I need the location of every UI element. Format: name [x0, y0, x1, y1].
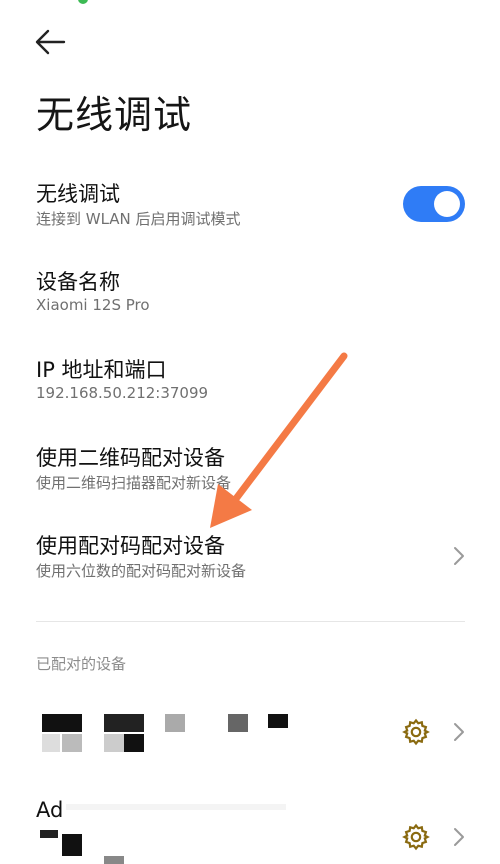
back-arrow-icon	[35, 29, 66, 55]
section-divider	[36, 621, 465, 622]
device-name-title: 设备名称	[36, 270, 120, 294]
device-name-row[interactable]: 设备名称 Xiaomi 12S Pro	[0, 258, 500, 328]
pair-qr-subtitle: 使用二维码扫描器配对新设备	[36, 474, 232, 492]
toggle-knob	[434, 191, 460, 217]
wireless-debugging-title: 无线调试	[36, 182, 120, 206]
ip-port-row[interactable]: IP 地址和端口 192.168.50.212:37099	[0, 346, 500, 416]
pair-qr-title: 使用二维码配对设备	[36, 446, 225, 470]
pair-code-title: 使用配对码配对设备	[36, 534, 225, 558]
pair-code-subtitle: 使用六位数的配对码配对新设备	[36, 562, 247, 580]
pair-qr-row[interactable]: 使用二维码配对设备 使用二维码扫描器配对新设备	[0, 434, 500, 504]
chevron-right-icon[interactable]	[452, 722, 466, 742]
ip-port-value: 192.168.50.212:37099	[36, 384, 209, 402]
status-indicator	[78, 0, 88, 4]
wireless-debugging-toggle[interactable]	[403, 186, 465, 222]
wireless-debugging-subtitle: 连接到 WLAN 后启用调试模式	[36, 210, 241, 228]
back-button[interactable]	[32, 26, 68, 58]
paired-devices-label: 已配对的设备	[36, 655, 127, 673]
chevron-right-icon[interactable]	[452, 827, 466, 847]
gear-icon[interactable]	[402, 823, 430, 851]
page-title: 无线调试	[36, 93, 193, 137]
gear-icon[interactable]	[402, 718, 430, 746]
device-name-value: Xiaomi 12S Pro	[36, 296, 150, 314]
pair-code-row[interactable]: 使用配对码配对设备 使用六位数的配对码配对新设备	[0, 522, 500, 592]
status-bar	[0, 0, 500, 8]
chevron-right-icon[interactable]	[452, 546, 466, 566]
device-name-partial: Ad	[36, 798, 64, 822]
ip-port-title: IP 地址和端口	[36, 358, 167, 382]
